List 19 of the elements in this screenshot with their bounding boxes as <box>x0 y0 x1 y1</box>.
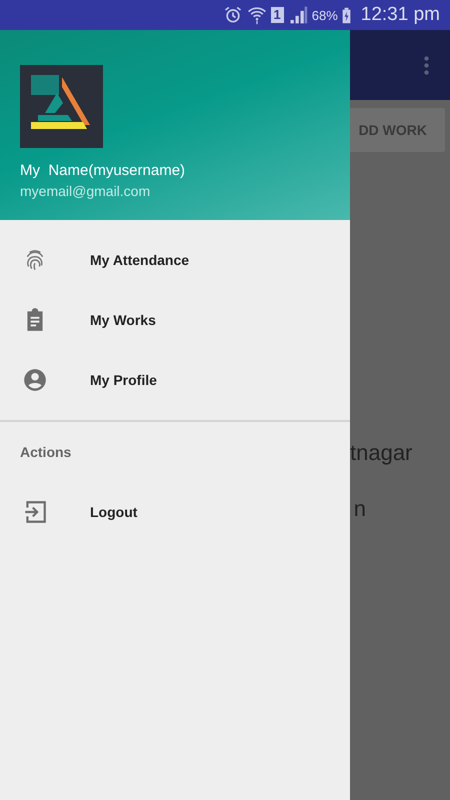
overflow-menu-icon <box>423 54 430 76</box>
content-text: tnagar <box>350 440 414 466</box>
drawer-item[interactable]: My Profile <box>0 350 350 410</box>
logo-icon <box>20 65 103 148</box>
user-email: myemail@gmail.com <box>20 183 150 199</box>
account-icon <box>22 367 48 393</box>
battery-level: 68% <box>312 8 338 22</box>
content-text: n <box>352 496 366 522</box>
drawer-item[interactable]: My Attendance <box>0 230 350 290</box>
wifi-icon <box>246 5 266 25</box>
drawer-item[interactable]: My Works <box>0 290 350 350</box>
clock: 12:31 pm <box>360 4 440 26</box>
user-name: My Name(myusername) <box>20 162 186 179</box>
battery-icon <box>342 6 351 24</box>
sim-icon: 1 <box>270 7 284 23</box>
drawer-item[interactable]: Logout <box>0 482 350 542</box>
signal-icon <box>288 5 308 25</box>
section-title: Actions <box>19 443 72 462</box>
alarm-icon <box>222 5 242 25</box>
